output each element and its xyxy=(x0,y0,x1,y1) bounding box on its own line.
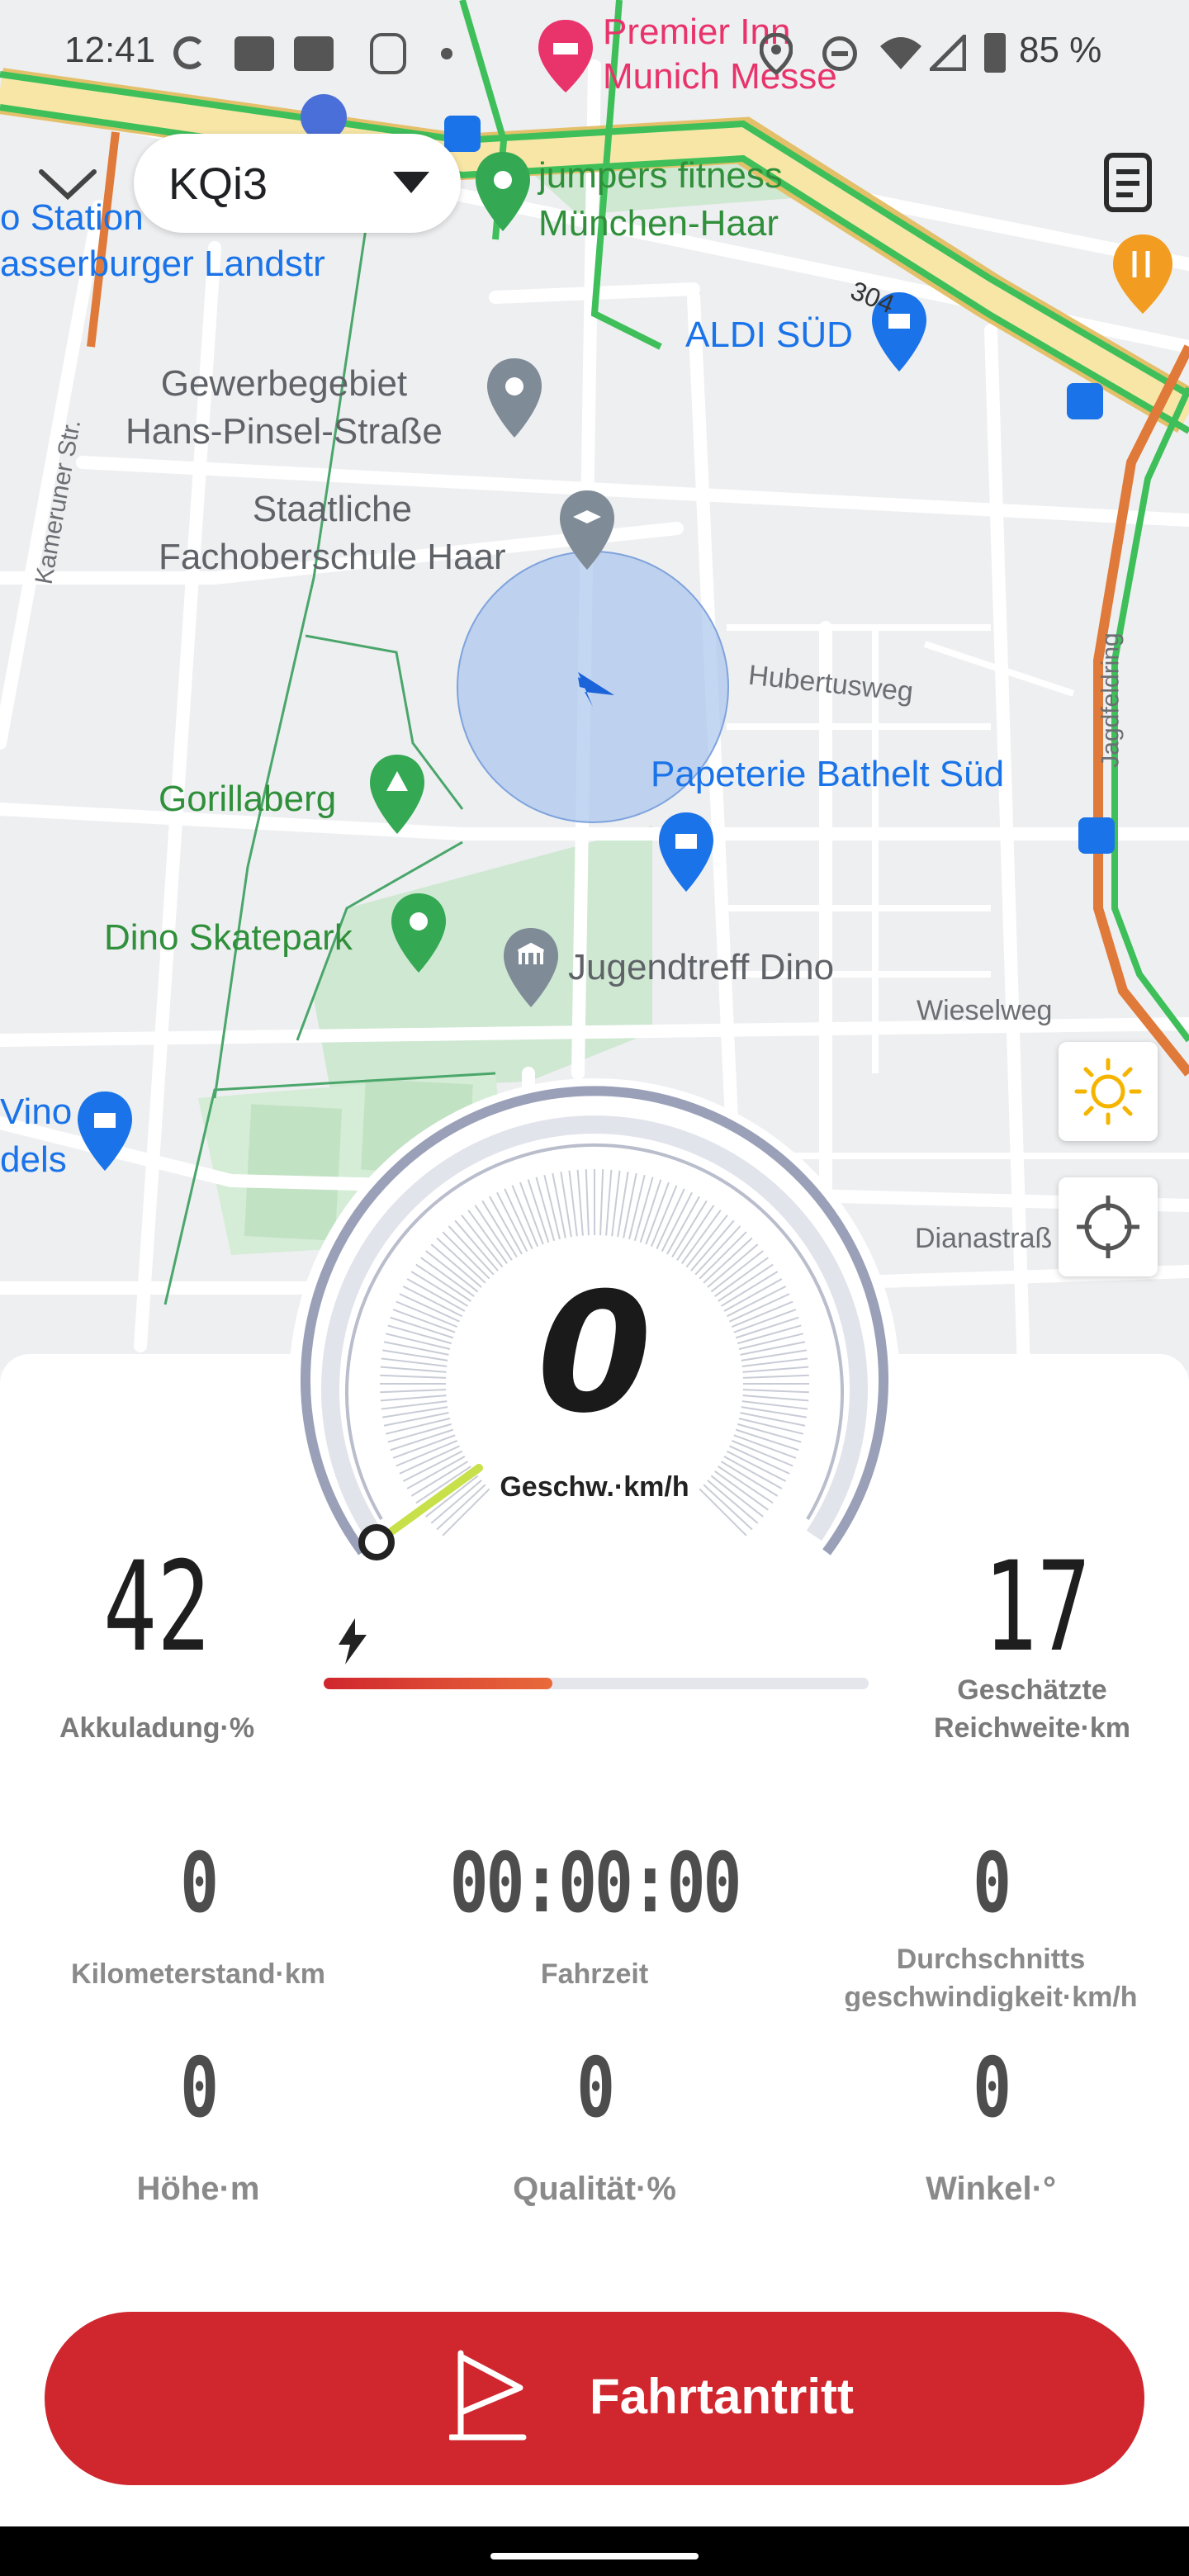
map-label-vino: Vino dels xyxy=(0,1091,73,1180)
map-label-wieselweg: Wieselweg xyxy=(917,995,1053,1026)
flag-icon xyxy=(449,2350,527,2441)
angle-label: Winkel·° xyxy=(926,2171,1056,2207)
range-value: 17 xyxy=(983,1536,1092,1679)
device-selector[interactable]: KQi3 xyxy=(134,134,461,233)
map-label-dianastrasse: Dianastraß xyxy=(915,1223,1053,1254)
lion-icon xyxy=(370,33,406,74)
map-label-jugendtreff: Jugendtreff Dino xyxy=(568,947,835,987)
location-icon xyxy=(759,32,793,83)
map-label-jagdfeldring: Jagdfeldring xyxy=(1097,632,1125,768)
odometer-value: 0 xyxy=(180,1835,219,1931)
lightning-icon xyxy=(339,1618,367,1664)
odometer-label: Kilometerstand·km xyxy=(71,1958,325,1990)
ride-time-label: Fahrzeit xyxy=(540,1958,649,1990)
signal-icon xyxy=(926,31,967,80)
collapse-button[interactable] xyxy=(33,149,102,218)
dot-icon xyxy=(441,48,452,59)
status-battery: 85 % xyxy=(1019,30,1102,70)
speed-label: Geschw.·km/h xyxy=(500,1471,689,1503)
wifi-icon xyxy=(879,35,923,80)
map-label-dino-skatepark: Dino Skatepark xyxy=(104,917,353,958)
map-label-wasserburger: asserburger Landstr xyxy=(0,244,325,284)
teams-icon xyxy=(234,36,274,71)
bus-stop-icon[interactable] xyxy=(1067,383,1103,419)
range-label: Geschätzte Reichweite·km xyxy=(933,1674,1131,1744)
altitude-value: 0 xyxy=(180,2039,219,2136)
fitness-pin-icon[interactable] xyxy=(474,150,532,233)
charge-bar-fill xyxy=(324,1678,553,1689)
speed-value: 0 xyxy=(537,1257,652,1450)
caret-down-icon xyxy=(393,172,429,193)
bus-stop-icon[interactable] xyxy=(1078,817,1115,854)
place-pin-icon[interactable] xyxy=(486,357,543,439)
shopping-pin-icon[interactable] xyxy=(76,1090,134,1172)
avg-speed-value: 0 xyxy=(973,1835,1011,1931)
angle-value: 0 xyxy=(973,2039,1011,2136)
locate-button[interactable] xyxy=(1059,1177,1158,1276)
mountain-pin-icon[interactable] xyxy=(368,753,426,836)
park-pin-icon[interactable] xyxy=(390,892,448,974)
document-list-icon xyxy=(1104,153,1152,212)
trip-log-button[interactable] xyxy=(1098,149,1161,218)
start-ride-button[interactable]: Fahrtantritt xyxy=(45,2312,1144,2485)
map-label-papeterie: Papeterie Bathelt Süd xyxy=(651,754,1005,794)
chevron-down-icon xyxy=(39,169,97,201)
altitude-label: Höhe·m xyxy=(136,2171,260,2207)
needle-knob xyxy=(358,1524,395,1560)
shopping-pin-icon[interactable] xyxy=(657,811,715,893)
map-label-aldi: ALDI SÜD xyxy=(685,315,853,355)
start-ride-label: Fahrtantritt xyxy=(590,2369,854,2424)
quality-label: Qualität·% xyxy=(513,2171,676,2207)
avg-speed-label: Durchschnitts geschwindigkeit·km/h xyxy=(844,1944,1138,2011)
brightness-button[interactable] xyxy=(1059,1042,1158,1141)
teams-icon xyxy=(294,36,334,71)
device-name: KQi3 xyxy=(168,159,268,209)
bus-stop-icon[interactable] xyxy=(444,116,481,152)
status-bar: 12:41 85 % xyxy=(0,0,1189,107)
system-nav-bar xyxy=(0,2526,1189,2576)
map-label-jumpers-fitness: jumpers fitness München-Haar xyxy=(538,155,783,244)
restaurant-pin-icon[interactable] xyxy=(1111,233,1174,315)
ride-time-value: 00:00:00 xyxy=(449,1835,742,1931)
charge-bar-track xyxy=(324,1678,869,1689)
map-label-fachoberschule: Staatliche Fachoberschule Haar xyxy=(159,489,506,577)
battery-value: 42 xyxy=(102,1536,211,1679)
home-gesture-bar[interactable] xyxy=(490,2553,699,2559)
crosshair-icon xyxy=(1077,1196,1139,1258)
dnd-icon xyxy=(822,36,857,71)
speedometer: 0 Geschw.·km/h xyxy=(284,1073,905,1689)
school-pin-icon[interactable] xyxy=(558,489,616,571)
sun-icon xyxy=(1074,1058,1142,1125)
spinner-icon xyxy=(173,36,206,69)
quality-value: 0 xyxy=(576,2039,615,2136)
map-label-gewerbegebiet: Gewerbegebiet Hans-Pinsel-Straße xyxy=(126,363,443,452)
battery-label: Akkuladung·% xyxy=(59,1712,255,1744)
museum-pin-icon[interactable] xyxy=(502,926,560,1009)
status-time: 12:41 xyxy=(64,30,156,70)
battery-icon xyxy=(984,33,1006,73)
map-label-gorillaberg: Gorillaberg xyxy=(159,779,337,819)
